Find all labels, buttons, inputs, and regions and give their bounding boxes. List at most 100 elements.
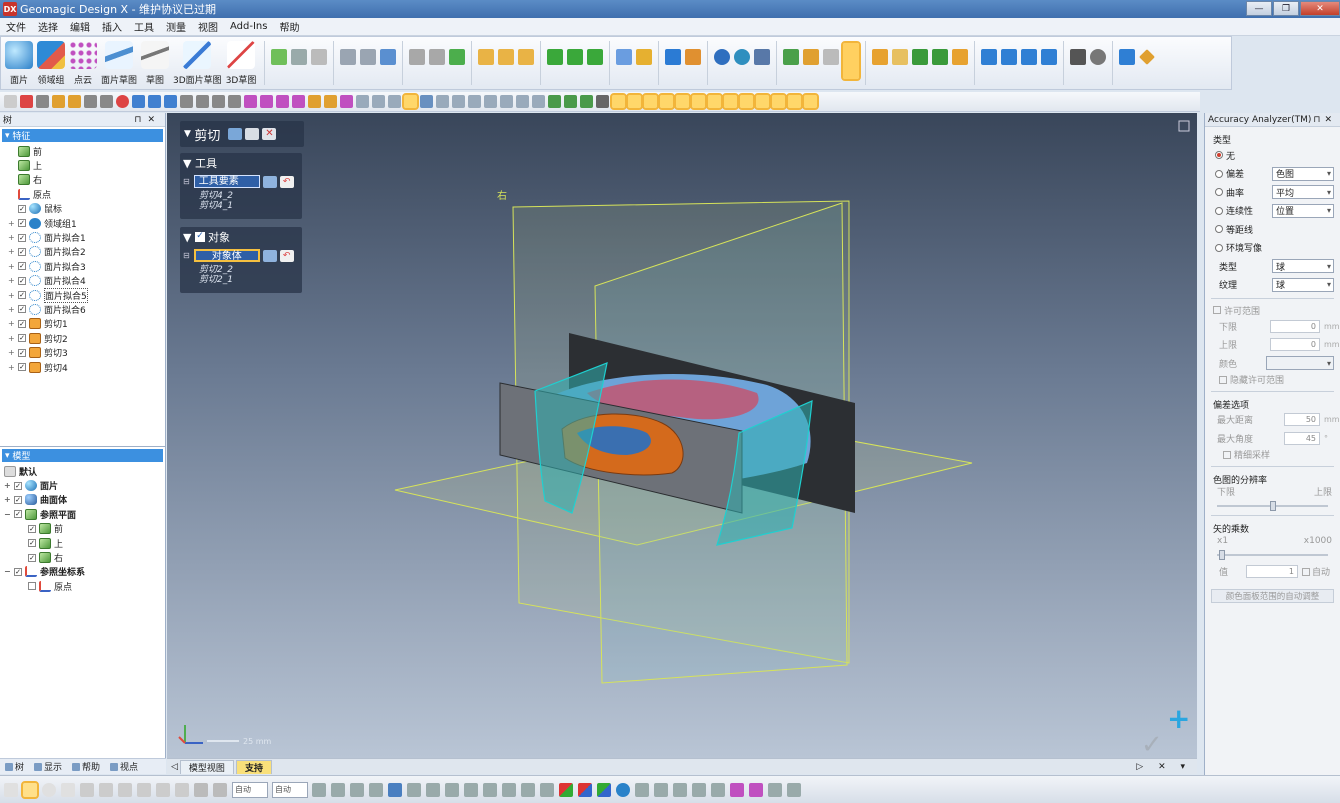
target-item[interactable]: 剪切2_1: [183, 275, 299, 285]
tree-item[interactable]: + ✓ 面片拟合3: [8, 259, 165, 273]
model-viewport[interactable]: 右 25 mm + ✓ ▼ 剪切 ✕ ▼ 工具 ⊟ 工具要素 ↶ 剪切4_2 剪…: [167, 113, 1197, 758]
surface-icon[interactable]: [449, 49, 466, 65]
tool-item[interactable]: 剪切4_1: [183, 201, 299, 211]
menu-insert[interactable]: 插入: [96, 19, 128, 34]
model-item[interactable]: − ✓ 参照坐标系: [4, 565, 165, 579]
collapse-icon[interactable]: −: [4, 567, 14, 576]
minimize-button[interactable]: —: [1246, 1, 1272, 16]
max-distance-input[interactable]: 50: [1284, 413, 1320, 427]
radio-env-map[interactable]: [1215, 243, 1223, 252]
tool-item[interactable]: 剪切4_2: [183, 191, 299, 201]
tree-item[interactable]: + ✓ 面片拟合5: [8, 287, 165, 303]
mesh-filter-2-icon[interactable]: [407, 782, 421, 797]
pencil-mode-icon[interactable]: [213, 782, 227, 797]
model-item[interactable]: ✓ 右: [4, 550, 165, 564]
visibility-checkbox[interactable]: ✓: [14, 481, 22, 490]
tree-item[interactable]: + ✓ 面片拟合2: [8, 245, 165, 259]
visibility-checkbox[interactable]: ✓: [18, 262, 26, 271]
paint-icon[interactable]: [99, 782, 113, 797]
feature-root[interactable]: ▾ 特征: [2, 129, 163, 142]
display-mode-8-icon[interactable]: [722, 93, 739, 110]
plane-tool-icon[interactable]: [271, 49, 288, 65]
section-icon[interactable]: [369, 782, 383, 797]
resolution-slider[interactable]: [1217, 500, 1328, 511]
menu-file[interactable]: 文件: [0, 19, 32, 34]
visibility-checkbox[interactable]: ✓: [18, 204, 26, 213]
rotate-icon[interactable]: [164, 95, 177, 108]
face-icon[interactable]: [308, 95, 321, 108]
grid-icon[interactable]: [1070, 49, 1087, 65]
delete-icon[interactable]: [1001, 49, 1018, 65]
tool-select-button[interactable]: [262, 175, 277, 188]
snap-mode-icon[interactable]: [194, 782, 208, 797]
3d-mesh-sketch-button[interactable]: 3D面片草图: [173, 41, 222, 86]
mesh-filter-8-icon[interactable]: [521, 782, 535, 797]
mesh-filter-4-icon[interactable]: [445, 782, 459, 797]
unalign-icon[interactable]: [1041, 49, 1058, 65]
tool-section-header[interactable]: ▼ 工具: [183, 155, 299, 171]
view-normal-icon[interactable]: [484, 95, 497, 108]
view-back-icon[interactable]: [372, 95, 385, 108]
snap-icon[interactable]: [1119, 49, 1136, 65]
tree-item[interactable]: 原点: [8, 187, 165, 201]
visibility-checkbox[interactable]: [28, 582, 36, 591]
expand-icon[interactable]: +: [8, 319, 18, 328]
body-icon[interactable]: [734, 49, 751, 65]
visibility-checkbox[interactable]: ✓: [18, 363, 26, 372]
expand-icon[interactable]: +: [8, 348, 18, 357]
display-mode-13-icon[interactable]: [802, 93, 819, 110]
mesh-sketch-button[interactable]: 面片草图: [101, 41, 137, 86]
target-checkbox[interactable]: ✓: [194, 232, 205, 242]
export-status-icon[interactable]: [787, 782, 801, 797]
new-icon[interactable]: [4, 95, 17, 108]
target-field[interactable]: 对象体: [193, 249, 260, 262]
tab-display[interactable]: 显示: [29, 760, 67, 773]
radio-none[interactable]: [1215, 151, 1223, 160]
view-front-icon[interactable]: [356, 95, 369, 108]
thicken-icon[interactable]: [567, 49, 584, 65]
mesh-filter-7-icon[interactable]: [502, 782, 516, 797]
settings-icon[interactable]: [1090, 49, 1107, 65]
export-icon[interactable]: [68, 95, 81, 108]
sub-type-dropdown[interactable]: 球: [1272, 259, 1334, 274]
upper-limit-input[interactable]: 0: [1270, 338, 1320, 352]
loft-icon[interactable]: [409, 49, 426, 65]
visibility-checkbox[interactable]: ✓: [18, 291, 26, 300]
analyze-icon[interactable]: [312, 782, 326, 797]
rect-select-icon[interactable]: [21, 780, 39, 799]
view-save-icon[interactable]: [500, 95, 513, 108]
expand-icon[interactable]: +: [8, 233, 18, 242]
tab-viewpoint[interactable]: 视点: [105, 760, 143, 773]
body-select-icon[interactable]: [324, 95, 337, 108]
coordinate-icon[interactable]: [596, 95, 609, 108]
tab-help[interactable]: 帮助: [67, 760, 105, 773]
menu-edit[interactable]: 编辑: [64, 19, 96, 34]
mesh-shaded-icon[interactable]: [564, 95, 577, 108]
zoom-window-icon[interactable]: [196, 95, 209, 108]
panel-pin-icon[interactable]: ⊓✕: [134, 115, 161, 125]
view-grid-icon[interactable]: [532, 95, 545, 108]
tab-support[interactable]: 支持: [235, 759, 272, 774]
mesh-filter-5-icon[interactable]: [464, 782, 478, 797]
check-icon[interactable]: [331, 782, 345, 797]
display-mode-2-icon[interactable]: [626, 93, 643, 110]
menu-help[interactable]: 帮助: [273, 19, 305, 34]
expand-icon[interactable]: +: [8, 262, 18, 271]
radio-deviation[interactable]: [1215, 169, 1223, 178]
expand-icon[interactable]: +: [4, 495, 14, 504]
texture-dropdown[interactable]: 球: [1272, 277, 1334, 292]
chamfer-icon[interactable]: [498, 49, 515, 65]
fillet-icon[interactable]: [478, 49, 495, 65]
app-icon[interactable]: DX: [3, 2, 17, 16]
tree-item[interactable]: 右: [8, 173, 165, 187]
display-mode-5-icon[interactable]: [674, 93, 691, 110]
model-item[interactable]: + ✓ 曲面体: [4, 493, 165, 507]
redo-icon[interactable]: [100, 95, 113, 108]
lower-limit-input[interactable]: 0: [1270, 319, 1320, 333]
visibility-checkbox[interactable]: ✓: [18, 276, 26, 285]
boolean-icon[interactable]: [616, 49, 633, 65]
3d-sketch-button[interactable]: 3D草图: [226, 41, 256, 86]
display-mode-4-icon[interactable]: [658, 93, 675, 110]
align-icon[interactable]: [1021, 49, 1038, 65]
target-item[interactable]: 剪切2_2: [183, 265, 299, 275]
